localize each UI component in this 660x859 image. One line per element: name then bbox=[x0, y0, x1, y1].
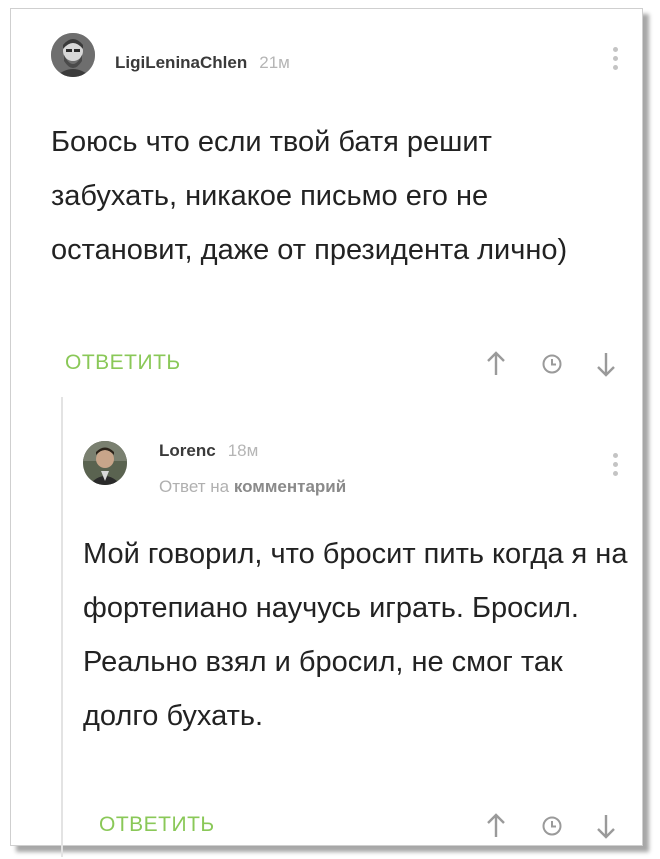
comment-footer: ОТВЕТИТЬ bbox=[51, 343, 631, 383]
comment-time: 18м bbox=[227, 441, 259, 460]
reply-to-link[interactable]: комментарий bbox=[234, 477, 346, 496]
arrow-up-icon[interactable] bbox=[481, 809, 511, 843]
reply-button[interactable]: ОТВЕТИТЬ bbox=[65, 351, 181, 375]
more-vertical-icon[interactable] bbox=[609, 47, 621, 77]
clock-icon[interactable] bbox=[537, 347, 567, 381]
avatar-image bbox=[51, 33, 95, 77]
avatar[interactable] bbox=[83, 441, 127, 485]
comment-footer: ОТВЕТИТЬ bbox=[83, 805, 631, 845]
clock-icon[interactable] bbox=[537, 809, 567, 843]
arrow-down-icon[interactable] bbox=[591, 809, 621, 843]
reply-to-line: Ответ на комментарий bbox=[159, 477, 346, 497]
comment-text: Мой говорил, что бросит пить когда я на … bbox=[83, 538, 628, 732]
author-name[interactable]: Lorenc bbox=[159, 441, 216, 460]
reply-button[interactable]: ОТВЕТИТЬ bbox=[99, 813, 215, 837]
reply-thread-line bbox=[61, 397, 63, 857]
comments-panel: LigiLeninaChlen 21м Боюсь что если твой б… bbox=[10, 8, 643, 857]
arrow-down-icon[interactable] bbox=[591, 347, 621, 381]
more-vertical-icon[interactable] bbox=[609, 453, 621, 483]
comment-text: Боюсь что если твой батя решит забухать,… bbox=[51, 126, 568, 266]
avatar-image bbox=[83, 441, 127, 485]
arrow-up-icon[interactable] bbox=[481, 347, 511, 381]
reply-to-prefix: Ответ на bbox=[159, 477, 230, 496]
author-line: LigiLeninaChlen 21м bbox=[115, 53, 290, 73]
author-name[interactable]: LigiLeninaChlen bbox=[115, 53, 247, 72]
author-line: Lorenc 18м bbox=[159, 441, 258, 461]
comment-time: 21м bbox=[259, 53, 290, 72]
avatar[interactable] bbox=[51, 33, 95, 77]
